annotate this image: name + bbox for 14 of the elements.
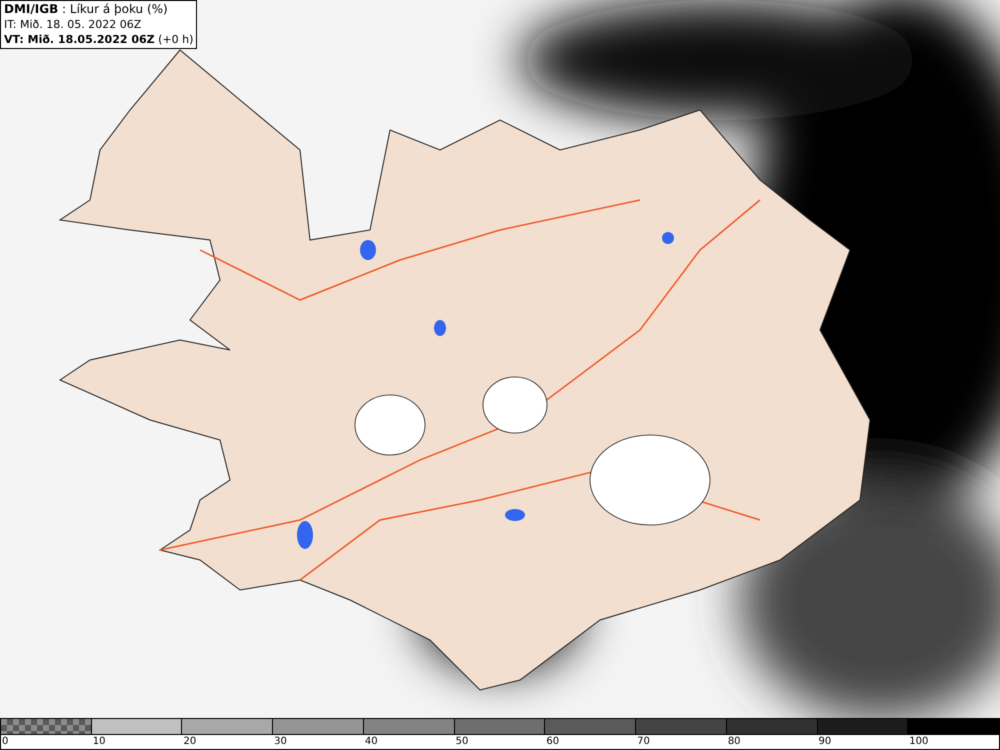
legend-label: 70: [637, 736, 650, 747]
legend-label: 90: [818, 736, 832, 747]
legend-label: 20: [183, 736, 196, 747]
valid-time: VT: Mið. 18.05.2022 06Z (+0 h): [4, 32, 194, 47]
legend-label: 80: [728, 736, 741, 747]
legend-label: 0: [2, 736, 8, 747]
map-title: DMI/IGB : Líkur á þoku (%): [4, 2, 169, 17]
issue-time: IT: Mið. 18. 05. 2022 06Z: [4, 17, 142, 32]
legend-label: 100: [909, 736, 928, 747]
legend-label: 40: [364, 736, 378, 747]
legend-label: 30: [274, 736, 287, 747]
legend-label: 10: [92, 736, 106, 747]
legend-label: 60: [546, 736, 560, 747]
legend-label: 50: [456, 736, 468, 747]
